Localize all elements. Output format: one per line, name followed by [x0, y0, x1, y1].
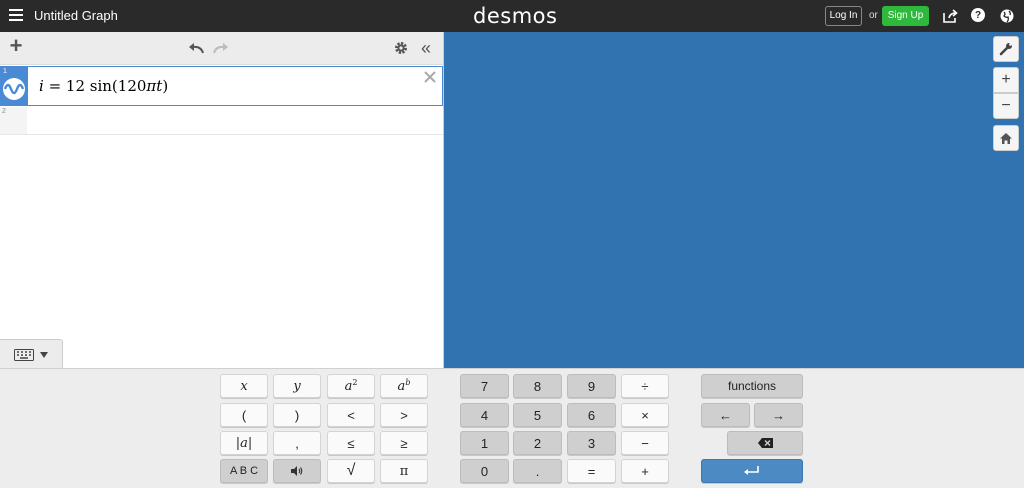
delete-expression-icon[interactable] [423, 70, 437, 84]
chevron-down-icon [40, 351, 48, 358]
zoom-in-button[interactable]: + [993, 67, 1019, 93]
key-a-power-b[interactable]: ab [380, 374, 428, 398]
sine-wave-icon[interactable] [3, 78, 25, 100]
key-abc[interactable]: A B C [220, 459, 268, 483]
expression-close-paren: ) [162, 77, 169, 95]
zoom-out-button[interactable]: − [993, 93, 1019, 119]
key-decimal[interactable]: . [513, 459, 562, 483]
key-7[interactable]: 7 [460, 374, 509, 398]
key-less-equal[interactable]: ≤ [327, 431, 375, 455]
key-5[interactable]: 5 [513, 403, 562, 427]
key-close-paren[interactable]: ) [273, 403, 321, 427]
expression-body: = 12 sin(120 [43, 77, 147, 95]
home-icon[interactable] [993, 125, 1019, 151]
keyboard-toggle-button[interactable] [0, 339, 63, 369]
key-4[interactable]: 4 [460, 403, 509, 427]
share-icon[interactable] [943, 8, 958, 23]
key-plus[interactable]: + [621, 459, 669, 483]
undo-icon[interactable] [187, 39, 205, 57]
desmos-logo: desmos [473, 4, 558, 28]
help-icon[interactable]: ? [971, 8, 985, 22]
functions-button[interactable]: functions [701, 374, 803, 398]
expression-row[interactable]: 2 [0, 107, 443, 135]
key-abs[interactable]: |a| [220, 431, 268, 455]
key-x[interactable]: x [220, 374, 268, 398]
graph-title[interactable]: Untitled Graph [34, 8, 118, 23]
key-greater-than[interactable]: > [380, 403, 428, 427]
key-divide[interactable]: ÷ [621, 374, 669, 398]
top-bar: Untitled Graph desmos Log In or Sign Up … [0, 0, 1024, 32]
expression-row[interactable]: 1 i = 12 sin(120πt) [0, 66, 443, 106]
hamburger-menu-icon[interactable] [9, 9, 23, 21]
key-y[interactable]: y [273, 374, 321, 398]
add-expression-button[interactable]: + [7, 33, 25, 58]
key-1[interactable]: 1 [460, 431, 509, 455]
math-keypad: x y a2 ab ( ) < > |a| , ≤ ≥ A B C √ π 7 … [0, 368, 1024, 488]
expression-tab: 2 [0, 107, 27, 134]
key-2[interactable]: 2 [513, 431, 562, 455]
expression-toolbar: + « [0, 32, 443, 65]
key-8[interactable]: 8 [513, 374, 562, 398]
key-6[interactable]: 6 [567, 403, 616, 427]
key-sqrt[interactable]: √ [327, 459, 375, 483]
expression-number: 2 [2, 108, 6, 115]
key-less-than[interactable]: < [327, 403, 375, 427]
expression-tab: 1 [1, 67, 28, 105]
key-minus[interactable]: − [621, 431, 669, 455]
wrench-icon[interactable] [993, 36, 1019, 62]
redo-icon[interactable] [212, 39, 230, 57]
key-pi[interactable]: π [380, 459, 428, 483]
enter-icon[interactable] [701, 459, 803, 483]
key-3[interactable]: 3 [567, 431, 616, 455]
expression-pi: π [146, 77, 157, 95]
or-label: or [869, 10, 878, 21]
keyboard-icon [14, 348, 34, 361]
key-equals[interactable]: = [567, 459, 616, 483]
expression-math[interactable]: i = 12 sin(120πt) [39, 77, 168, 95]
key-multiply[interactable]: × [621, 403, 669, 427]
backspace-icon[interactable] [727, 431, 803, 455]
speaker-icon[interactable] [273, 459, 321, 483]
arrow-right-icon[interactable]: → [754, 403, 803, 427]
gear-icon[interactable] [392, 39, 410, 57]
collapse-panel-button[interactable]: « [417, 38, 435, 58]
key-greater-equal[interactable]: ≥ [380, 431, 428, 455]
graph-canvas[interactable] [444, 32, 1024, 368]
signup-button[interactable]: Sign Up [882, 6, 929, 26]
expression-panel: + « 1 i = 12 sin(120πt) 2 [0, 32, 444, 368]
globe-icon[interactable] [999, 8, 1014, 23]
key-comma[interactable]: , [273, 431, 321, 455]
expression-number: 1 [3, 68, 7, 75]
key-9[interactable]: 9 [567, 374, 616, 398]
key-0[interactable]: 0 [460, 459, 509, 483]
key-open-paren[interactable]: ( [220, 403, 268, 427]
arrow-left-icon[interactable]: ← [701, 403, 750, 427]
key-a-squared[interactable]: a2 [327, 374, 375, 398]
login-button[interactable]: Log In [825, 6, 862, 26]
